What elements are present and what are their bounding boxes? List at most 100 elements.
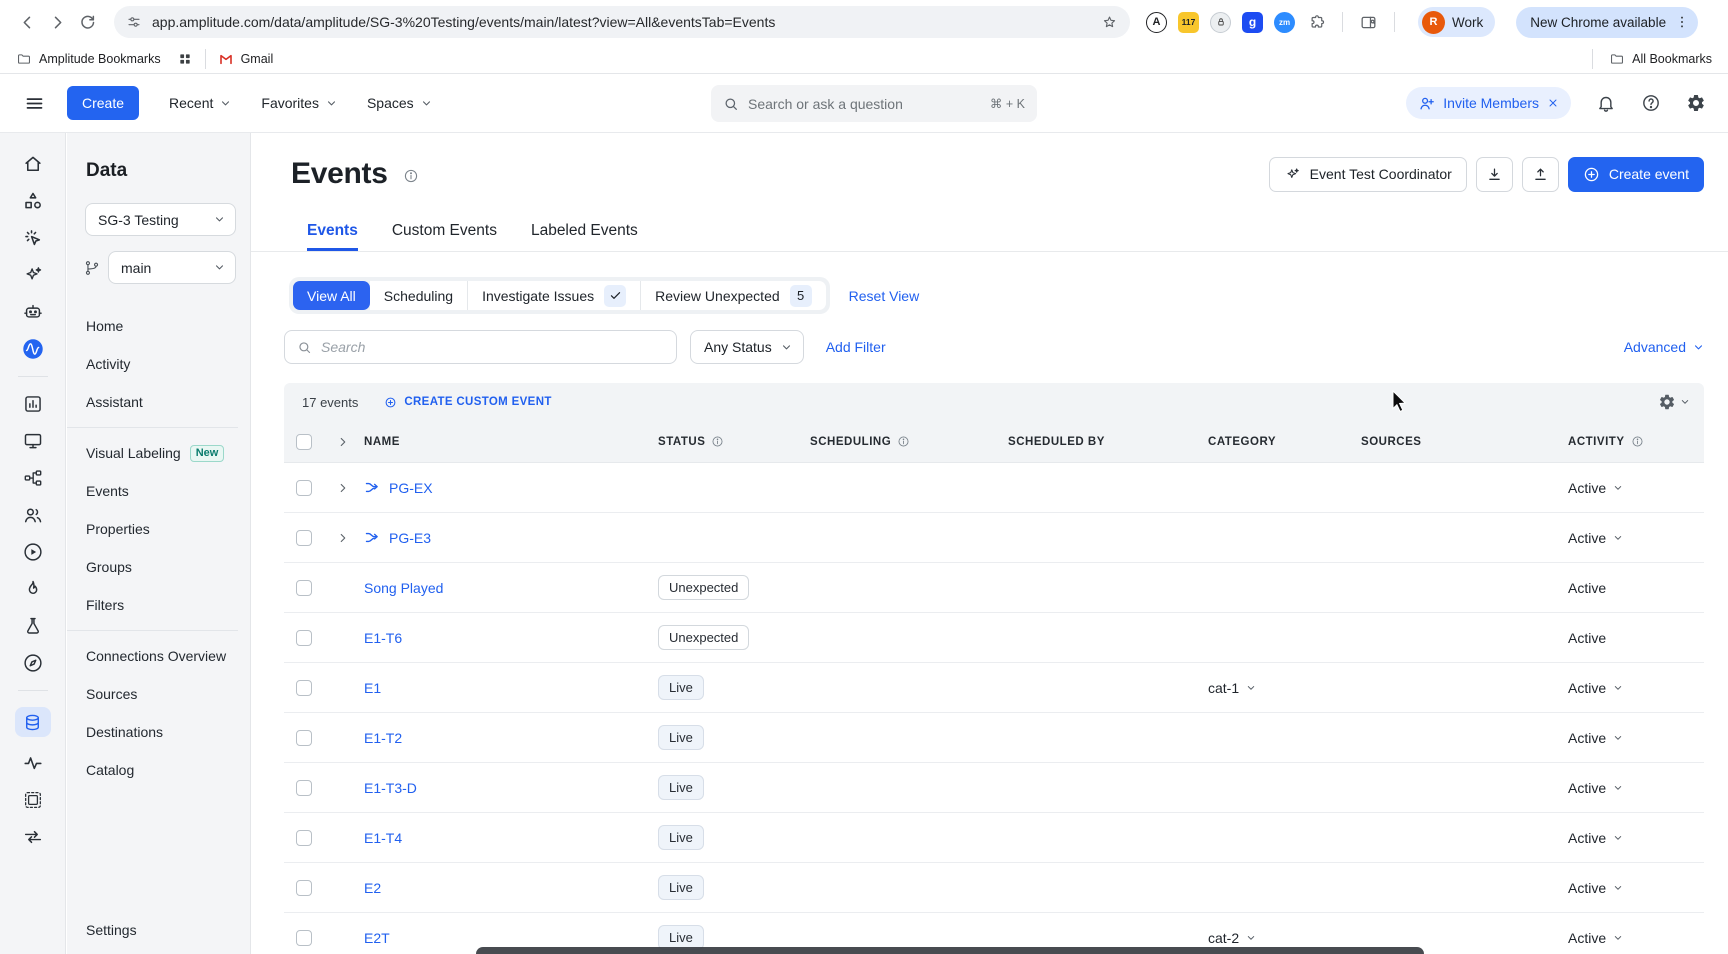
- site-settings-icon[interactable]: [126, 14, 142, 30]
- column-header-scheduled-by[interactable]: SCHEDULED BY: [1002, 436, 1202, 448]
- side-panel-button[interactable]: [1358, 12, 1379, 33]
- favorites-menu[interactable]: Favorites: [261, 95, 337, 111]
- row-checkbox[interactable]: [296, 930, 312, 946]
- row-checkbox[interactable]: [296, 830, 312, 846]
- profile-chip[interactable]: R Work: [1418, 7, 1495, 37]
- settings-gear-icon[interactable]: [1686, 93, 1706, 113]
- row-checkbox[interactable]: [296, 880, 312, 896]
- data-nav-selected[interactable]: [15, 707, 51, 737]
- project-select[interactable]: SG-3 Testing: [85, 203, 236, 236]
- experiment-flask-icon[interactable]: [22, 615, 44, 637]
- sidebar-item-events[interactable]: Events: [67, 472, 250, 510]
- assistant-bot-icon[interactable]: [22, 301, 44, 323]
- activity-dropdown[interactable]: Active: [1568, 880, 1623, 896]
- sidebar-item-catalog[interactable]: Catalog: [67, 751, 250, 789]
- compute-chip-icon[interactable]: [22, 789, 44, 811]
- apps-shortcut[interactable]: [177, 51, 193, 67]
- view-tab-view-all[interactable]: View All: [293, 281, 370, 310]
- amplitude-logo-icon[interactable]: [22, 338, 44, 360]
- flowchart-icon[interactable]: [22, 467, 44, 489]
- activity-dropdown[interactable]: Active: [1568, 780, 1623, 796]
- reload-button[interactable]: [72, 7, 102, 37]
- event-name-link[interactable]: E1: [364, 680, 381, 696]
- view-tab-review-unexpected[interactable]: Review Unexpected5: [640, 281, 826, 310]
- sidebar-item-visual-labeling[interactable]: Visual LabelingNew: [67, 434, 250, 472]
- global-search[interactable]: Search or ask a question ⌘ + K: [711, 85, 1037, 122]
- sidebar-item-sources[interactable]: Sources: [67, 675, 250, 713]
- event-name-link[interactable]: E1-T3-D: [364, 780, 417, 796]
- sidebar-item-filters[interactable]: Filters: [67, 586, 250, 624]
- row-checkbox[interactable]: [296, 480, 312, 496]
- create-custom-event-link[interactable]: CREATE CUSTOM EVENT: [383, 395, 551, 410]
- recent-menu[interactable]: Recent: [169, 95, 231, 111]
- dashboards-icon[interactable]: [22, 430, 44, 452]
- sidebar-item-properties[interactable]: Properties: [67, 510, 250, 548]
- forward-button[interactable]: [42, 7, 72, 37]
- more-vertical-icon[interactable]: [1674, 14, 1690, 30]
- status-filter-dropdown[interactable]: Any Status: [690, 330, 804, 364]
- event-test-coordinator-button[interactable]: Event Test Coordinator: [1269, 157, 1467, 192]
- tab-custom-events[interactable]: Custom Events: [392, 213, 497, 251]
- activity-dropdown[interactable]: Active: [1568, 930, 1623, 946]
- activity-dropdown[interactable]: Active: [1568, 480, 1623, 496]
- export-button[interactable]: [1522, 157, 1559, 192]
- session-replay-play-icon[interactable]: [22, 541, 44, 563]
- pointer-click-icon[interactable]: [22, 227, 44, 249]
- sidebar-item-connections-overview[interactable]: Connections Overview: [67, 637, 250, 675]
- activity-dropdown[interactable]: Active: [1568, 830, 1623, 846]
- row-checkbox[interactable]: [296, 780, 312, 796]
- event-name-link[interactable]: Song Played: [364, 580, 443, 596]
- row-checkbox[interactable]: [296, 530, 312, 546]
- discover-compass-icon[interactable]: [22, 652, 44, 674]
- sidebar-item-assistant[interactable]: Assistant: [67, 383, 250, 421]
- sidebar-item-destinations[interactable]: Destinations: [67, 713, 250, 751]
- create-button[interactable]: Create: [67, 86, 139, 120]
- extension-badge-117[interactable]: 117: [1178, 12, 1199, 33]
- extension-a-icon[interactable]: A: [1146, 12, 1167, 33]
- reset-view-link[interactable]: Reset View: [849, 288, 920, 304]
- category-dropdown[interactable]: cat-2: [1208, 930, 1256, 946]
- table-search-input[interactable]: [321, 339, 664, 355]
- view-tab-scheduling[interactable]: Scheduling: [370, 281, 467, 310]
- column-header-activity[interactable]: ACTIVITY: [1562, 435, 1704, 448]
- info-icon[interactable]: [403, 168, 419, 184]
- bookmark-star-icon[interactable]: [1101, 14, 1118, 31]
- table-search[interactable]: [284, 330, 677, 364]
- select-all-checkbox[interactable]: [296, 434, 312, 450]
- sidebar-item-home[interactable]: Home: [67, 307, 250, 345]
- import-button[interactable]: [1476, 157, 1513, 192]
- column-header-name[interactable]: NAME: [356, 436, 652, 448]
- url-text[interactable]: app.amplitude.com/data/amplitude/SG-3%20…: [152, 14, 1091, 30]
- back-button[interactable]: [12, 7, 42, 37]
- event-name-link[interactable]: PG-EX: [389, 480, 433, 496]
- row-checkbox[interactable]: [296, 630, 312, 646]
- column-header-category[interactable]: CATEGORY: [1202, 436, 1355, 448]
- sparkles-icon[interactable]: [22, 264, 44, 286]
- menu-icon[interactable]: [24, 93, 45, 114]
- sidebar-item-groups[interactable]: Groups: [67, 548, 250, 586]
- branch-select[interactable]: main: [108, 251, 236, 284]
- all-bookmarks-button[interactable]: All Bookmarks: [1609, 51, 1712, 67]
- home-icon[interactable]: [22, 153, 44, 175]
- invite-members-button[interactable]: Invite Members: [1406, 87, 1571, 119]
- column-header-status[interactable]: STATUS: [652, 435, 804, 448]
- extension-g-icon[interactable]: g: [1242, 12, 1263, 33]
- spaces-menu[interactable]: Spaces: [367, 95, 432, 111]
- activation-flame-icon[interactable]: [22, 578, 44, 600]
- address-bar[interactable]: app.amplitude.com/data/amplitude/SG-3%20…: [114, 6, 1130, 38]
- sidebar-item-settings[interactable]: Settings: [86, 922, 137, 938]
- category-dropdown[interactable]: cat-1: [1208, 680, 1256, 696]
- activity-dropdown[interactable]: Active: [1568, 530, 1623, 546]
- column-header-scheduling[interactable]: SCHEDULING: [804, 435, 1002, 448]
- advanced-link[interactable]: Advanced: [1624, 339, 1704, 355]
- password-lock-icon[interactable]: [1210, 12, 1231, 33]
- signals-pulse-icon[interactable]: [22, 752, 44, 774]
- extensions-button[interactable]: [1306, 12, 1327, 33]
- sidebar-item-activity[interactable]: Activity: [67, 345, 250, 383]
- event-name-link[interactable]: E1-T4: [364, 830, 402, 846]
- chrome-update-button[interactable]: New Chrome available: [1516, 7, 1698, 38]
- activity-dropdown[interactable]: Active: [1568, 680, 1623, 696]
- table-settings-button[interactable]: [1658, 393, 1690, 411]
- column-header-sources[interactable]: SOURCES: [1355, 436, 1562, 448]
- add-filter-link[interactable]: Add Filter: [826, 339, 886, 355]
